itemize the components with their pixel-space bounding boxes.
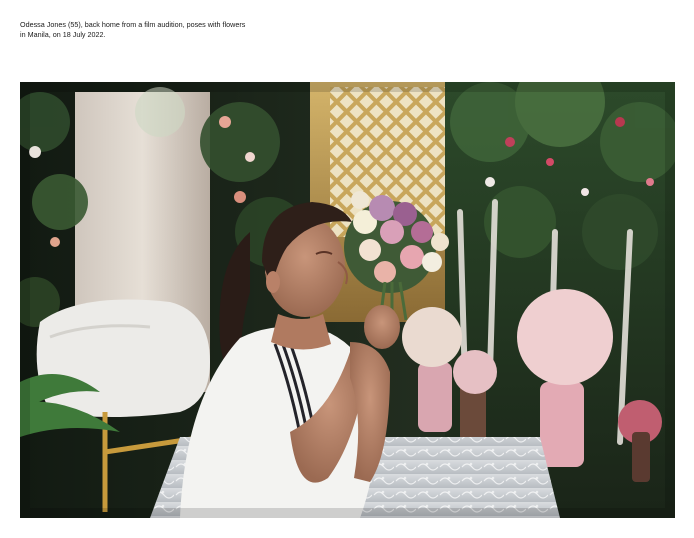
photo-illustration bbox=[20, 82, 675, 518]
caption-line-1: Odessa Jones (55), back home from a film… bbox=[20, 20, 246, 29]
caption-line-2: in Manila, on 18 July 2022. bbox=[20, 30, 106, 39]
photo-caption: Odessa Jones (55), back home from a film… bbox=[20, 20, 280, 40]
photograph bbox=[20, 82, 675, 518]
